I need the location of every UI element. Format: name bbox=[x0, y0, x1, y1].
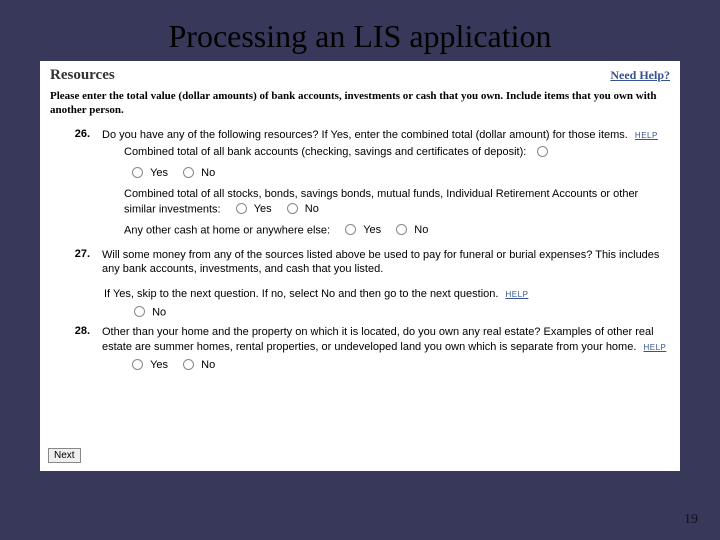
q26-bank-radio[interactable] bbox=[537, 146, 548, 157]
q27-skip-instruction: If Yes, skip to the next question. If no… bbox=[104, 288, 498, 300]
question-27-text: Will some money from any of the sources … bbox=[102, 248, 670, 278]
question-26: 26. Do you have any of the following res… bbox=[48, 126, 672, 246]
next-button[interactable]: Next bbox=[48, 448, 81, 463]
q26-stocks-no-radio[interactable] bbox=[287, 203, 298, 214]
question-26-text: Do you have any of the following resourc… bbox=[102, 129, 628, 141]
section-instructions: Please enter the total value (dollar amo… bbox=[48, 86, 672, 126]
q26-cash-no-label: No bbox=[414, 224, 428, 236]
q26-bank-no-radio[interactable] bbox=[183, 167, 194, 178]
section-title-resources: Resources bbox=[50, 67, 115, 84]
question-27: 27. Will some money from any of the sour… bbox=[48, 246, 672, 282]
help-link[interactable]: HELP bbox=[639, 343, 666, 352]
q26-bank-yes-radio[interactable] bbox=[132, 167, 143, 178]
page-number: 19 bbox=[684, 512, 698, 528]
slide-title: Processing an LIS application bbox=[0, 0, 720, 61]
q26-stocks-label: Combined total of all stocks, bonds, sav… bbox=[124, 188, 638, 215]
q26-stocks-yes-radio[interactable] bbox=[236, 203, 247, 214]
question-number: 26. bbox=[50, 128, 102, 140]
q28-yes-radio[interactable] bbox=[132, 359, 143, 370]
question-number: 27. bbox=[50, 248, 102, 260]
q28-no-radio[interactable] bbox=[183, 359, 194, 370]
q26-cash-yes-radio[interactable] bbox=[345, 224, 356, 235]
q28-yes-label: Yes bbox=[150, 359, 168, 371]
q28-no-label: No bbox=[201, 359, 215, 371]
q26-bank-yes-label: Yes bbox=[150, 167, 168, 179]
q26-bank-no-label: No bbox=[201, 167, 215, 179]
q26-stocks-yes-label: Yes bbox=[254, 203, 272, 215]
q26-bank-label: Combined total of all bank accounts (che… bbox=[124, 146, 526, 158]
need-help-link[interactable]: Need Help? bbox=[610, 68, 670, 83]
help-link[interactable]: HELP bbox=[502, 290, 529, 299]
q27-no-radio[interactable] bbox=[134, 306, 145, 317]
question-28-text: Other than your home and the property on… bbox=[102, 326, 654, 353]
q26-cash-label: Any other cash at home or anywhere else: bbox=[124, 225, 330, 237]
q26-cash-no-radio[interactable] bbox=[396, 224, 407, 235]
q26-stocks-no-label: No bbox=[305, 203, 319, 215]
q26-cash-yes-label: Yes bbox=[363, 224, 381, 236]
q27-no-label: No bbox=[152, 307, 166, 319]
form-panel: Resources Need Help? Please enter the to… bbox=[40, 61, 680, 471]
question-28: 28. Other than your home and the propert… bbox=[48, 323, 672, 380]
question-number: 28. bbox=[50, 325, 102, 337]
help-link[interactable]: HELP bbox=[631, 131, 658, 140]
